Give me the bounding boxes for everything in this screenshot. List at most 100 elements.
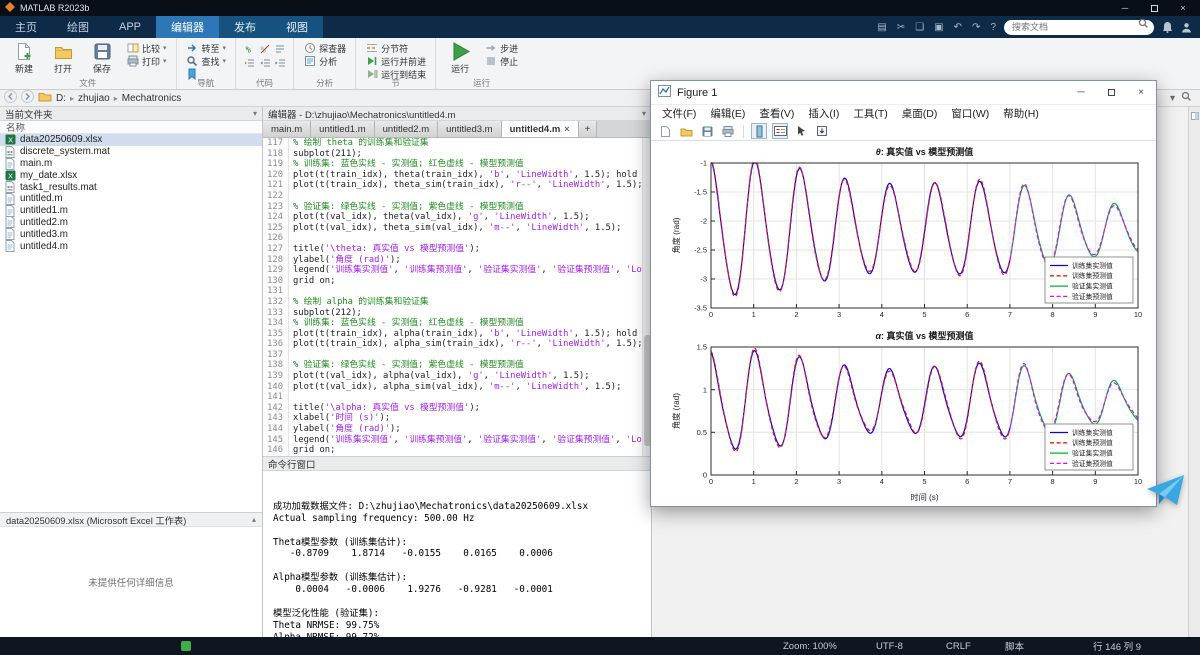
forward-icon[interactable]: [21, 90, 34, 106]
cut-icon[interactable]: ✂: [897, 22, 905, 33]
sign-in-icon[interactable]: [1181, 16, 1192, 38]
ribbon-tab-apps[interactable]: APP: [104, 16, 156, 38]
indentleft-icon-button[interactable]: [258, 56, 271, 69]
figure-menu-工具[interactable]: 工具(T): [846, 106, 894, 121]
name-column-header[interactable]: 名称: [0, 121, 262, 134]
breadcrumb-part[interactable]: Mechatronics: [122, 93, 181, 104]
editor-tab-untitled1.m[interactable]: untitled1.m: [311, 121, 374, 137]
file-item-my_date.xlsx[interactable]: Xmy_date.xlsx: [0, 169, 262, 181]
ribbon-tab-home[interactable]: 主页: [0, 16, 52, 38]
file-item-task1_results.mat[interactable]: task1_results.mat: [0, 181, 262, 193]
breadcrumb-part[interactable]: D:: [56, 93, 66, 104]
taskbar-app-icon[interactable]: [181, 641, 191, 651]
editor-panel-menu-icon[interactable]: ▾: [642, 109, 646, 118]
figure-menu-查看[interactable]: 查看(V): [752, 106, 801, 121]
analyze-button[interactable]: 分析: [301, 55, 348, 67]
file-item-main.m[interactable]: main.m: [0, 158, 262, 170]
close-tab-icon[interactable]: ×: [564, 124, 569, 134]
editor-tab-main.m[interactable]: main.m: [263, 121, 311, 137]
open-file-icon[interactable]: [678, 123, 694, 139]
insert-legend-icon[interactable]: [772, 123, 788, 139]
comment-icon-button[interactable]: %: [243, 42, 256, 55]
breadcrumb-part[interactable]: zhujiao: [78, 93, 110, 104]
file-item-untitled4.m[interactable]: untitled4.m: [0, 240, 262, 252]
figure-menu-编辑[interactable]: 编辑(E): [703, 106, 752, 121]
wrapcomment-icon-button[interactable]: [273, 42, 286, 55]
undo-icon[interactable]: ↶: [954, 22, 962, 33]
indentright-icon-button[interactable]: [273, 56, 286, 69]
panel-menu-icon[interactable]: ▾: [253, 109, 257, 118]
file-item-untitled.m[interactable]: untitled.m: [0, 193, 262, 205]
file-item-discrete_system.mat[interactable]: discrete_system.mat: [0, 146, 262, 158]
svg-text:验证集预测值: 验证集预测值: [1072, 292, 1113, 301]
help-icon[interactable]: ?: [990, 22, 996, 33]
open-button[interactable]: 打开: [46, 40, 80, 75]
notifications-icon[interactable]: [1162, 16, 1173, 38]
compare-button[interactable]: 比较▾: [124, 42, 169, 54]
step-button[interactable]: 步进: [482, 42, 520, 54]
file-item-untitled3.m[interactable]: untitled3.m: [0, 228, 262, 240]
copy-icon[interactable]: ❏: [915, 22, 924, 33]
print-button[interactable]: 打印▾: [124, 55, 169, 67]
runadvance-button[interactable]: 运行并前进: [363, 55, 428, 67]
search-icon[interactable]: [1138, 18, 1149, 32]
figure-menu-插入[interactable]: 插入(I): [801, 106, 846, 121]
new-tab-button[interactable]: +: [579, 121, 598, 137]
profiler-button[interactable]: 探查器: [301, 42, 348, 54]
command-window[interactable]: 成功加载数据文件: D:\zhujiao\Mechatronics\data20…: [263, 471, 651, 637]
zoom-level[interactable]: Zoom: 100%: [783, 637, 837, 655]
figure-minimize-button[interactable]: ─: [1066, 81, 1096, 105]
goto-button[interactable]: 转至▾: [184, 42, 229, 54]
file-item-data20250609.xlsx[interactable]: Xdata20250609.xlsx: [0, 134, 262, 146]
back-icon[interactable]: [4, 90, 17, 106]
code-editor[interactable]: 117% 绘制 theta 的训练集和验证集118subplot(211);11…: [263, 138, 651, 456]
editor-tab-untitled3.m[interactable]: untitled3.m: [438, 121, 501, 137]
encoding-indicator[interactable]: UTF-8: [876, 637, 903, 655]
file-details-header[interactable]: data20250609.xlsx (Microsoft Excel 工作表) …: [0, 512, 262, 527]
ribbon-tab-view[interactable]: 视图: [271, 16, 323, 38]
breadcrumb[interactable]: D:▸zhujiao▸Mechatronics: [56, 93, 181, 104]
file-item-untitled1.m[interactable]: untitled1.m: [0, 205, 262, 217]
close-button[interactable]: ×: [1171, 0, 1195, 16]
paste-icon[interactable]: ▣: [934, 22, 943, 33]
editor-tab-untitled2.m[interactable]: untitled2.m: [375, 121, 438, 137]
dock-figure-icon[interactable]: [814, 123, 830, 139]
eol-indicator[interactable]: CRLF: [946, 637, 971, 655]
minimize-button[interactable]: ─: [1113, 0, 1137, 16]
figure-menu-帮助[interactable]: 帮助(H): [996, 106, 1046, 121]
editor-tab-untitled4.m[interactable]: untitled4.m×: [502, 121, 579, 137]
path-dropdown-icon[interactable]: ▾: [1170, 93, 1175, 104]
file-item-untitled2.m[interactable]: untitled2.m: [0, 217, 262, 229]
save-button[interactable]: 保存: [85, 40, 119, 75]
redo-icon[interactable]: ↷: [972, 22, 980, 33]
print-figure-icon[interactable]: [720, 123, 736, 139]
new-button[interactable]: 新建: [7, 40, 41, 75]
smartindent-icon-button[interactable]: [243, 56, 256, 69]
folder-search-icon[interactable]: [1181, 91, 1192, 105]
insert-colorbar-icon[interactable]: [751, 123, 767, 139]
new-figure-icon[interactable]: [657, 123, 673, 139]
run-button[interactable]: 运行: [443, 40, 477, 75]
search-documentation-input[interactable]: [1004, 20, 1154, 35]
maximize-button[interactable]: [1142, 0, 1166, 16]
ribbon-tab-editor[interactable]: 编辑器: [156, 16, 219, 38]
uncomment-icon-button[interactable]: %: [258, 42, 271, 55]
secbreak-button[interactable]: 分节符: [363, 42, 428, 54]
figure-maximize-button[interactable]: [1096, 81, 1126, 105]
stop-button[interactable]: 停止: [482, 55, 520, 67]
figure-menu-窗口[interactable]: 窗口(W): [944, 106, 996, 121]
find-button[interactable]: 查找▾: [184, 55, 229, 67]
figure-menu-文件[interactable]: 文件(F): [655, 106, 703, 121]
figure-menu-桌面[interactable]: 桌面(D): [895, 106, 945, 121]
collapse-details-icon[interactable]: ▴: [252, 515, 256, 524]
figure-close-button[interactable]: ×: [1126, 81, 1156, 105]
minimized-panel-icon[interactable]: [1191, 111, 1199, 637]
browse-folder-icon[interactable]: [38, 91, 52, 106]
floating-paperplane-icon[interactable]: [1146, 474, 1186, 511]
ribbon-tab-plots[interactable]: 绘图: [52, 16, 104, 38]
save-figure-icon[interactable]: [699, 123, 715, 139]
edit-plot-icon[interactable]: [793, 123, 809, 139]
figure-title-bar[interactable]: Figure 1 ─ ×: [651, 81, 1156, 105]
save-icon[interactable]: ▤: [877, 22, 886, 33]
ribbon-tab-publish[interactable]: 发布: [219, 16, 271, 38]
